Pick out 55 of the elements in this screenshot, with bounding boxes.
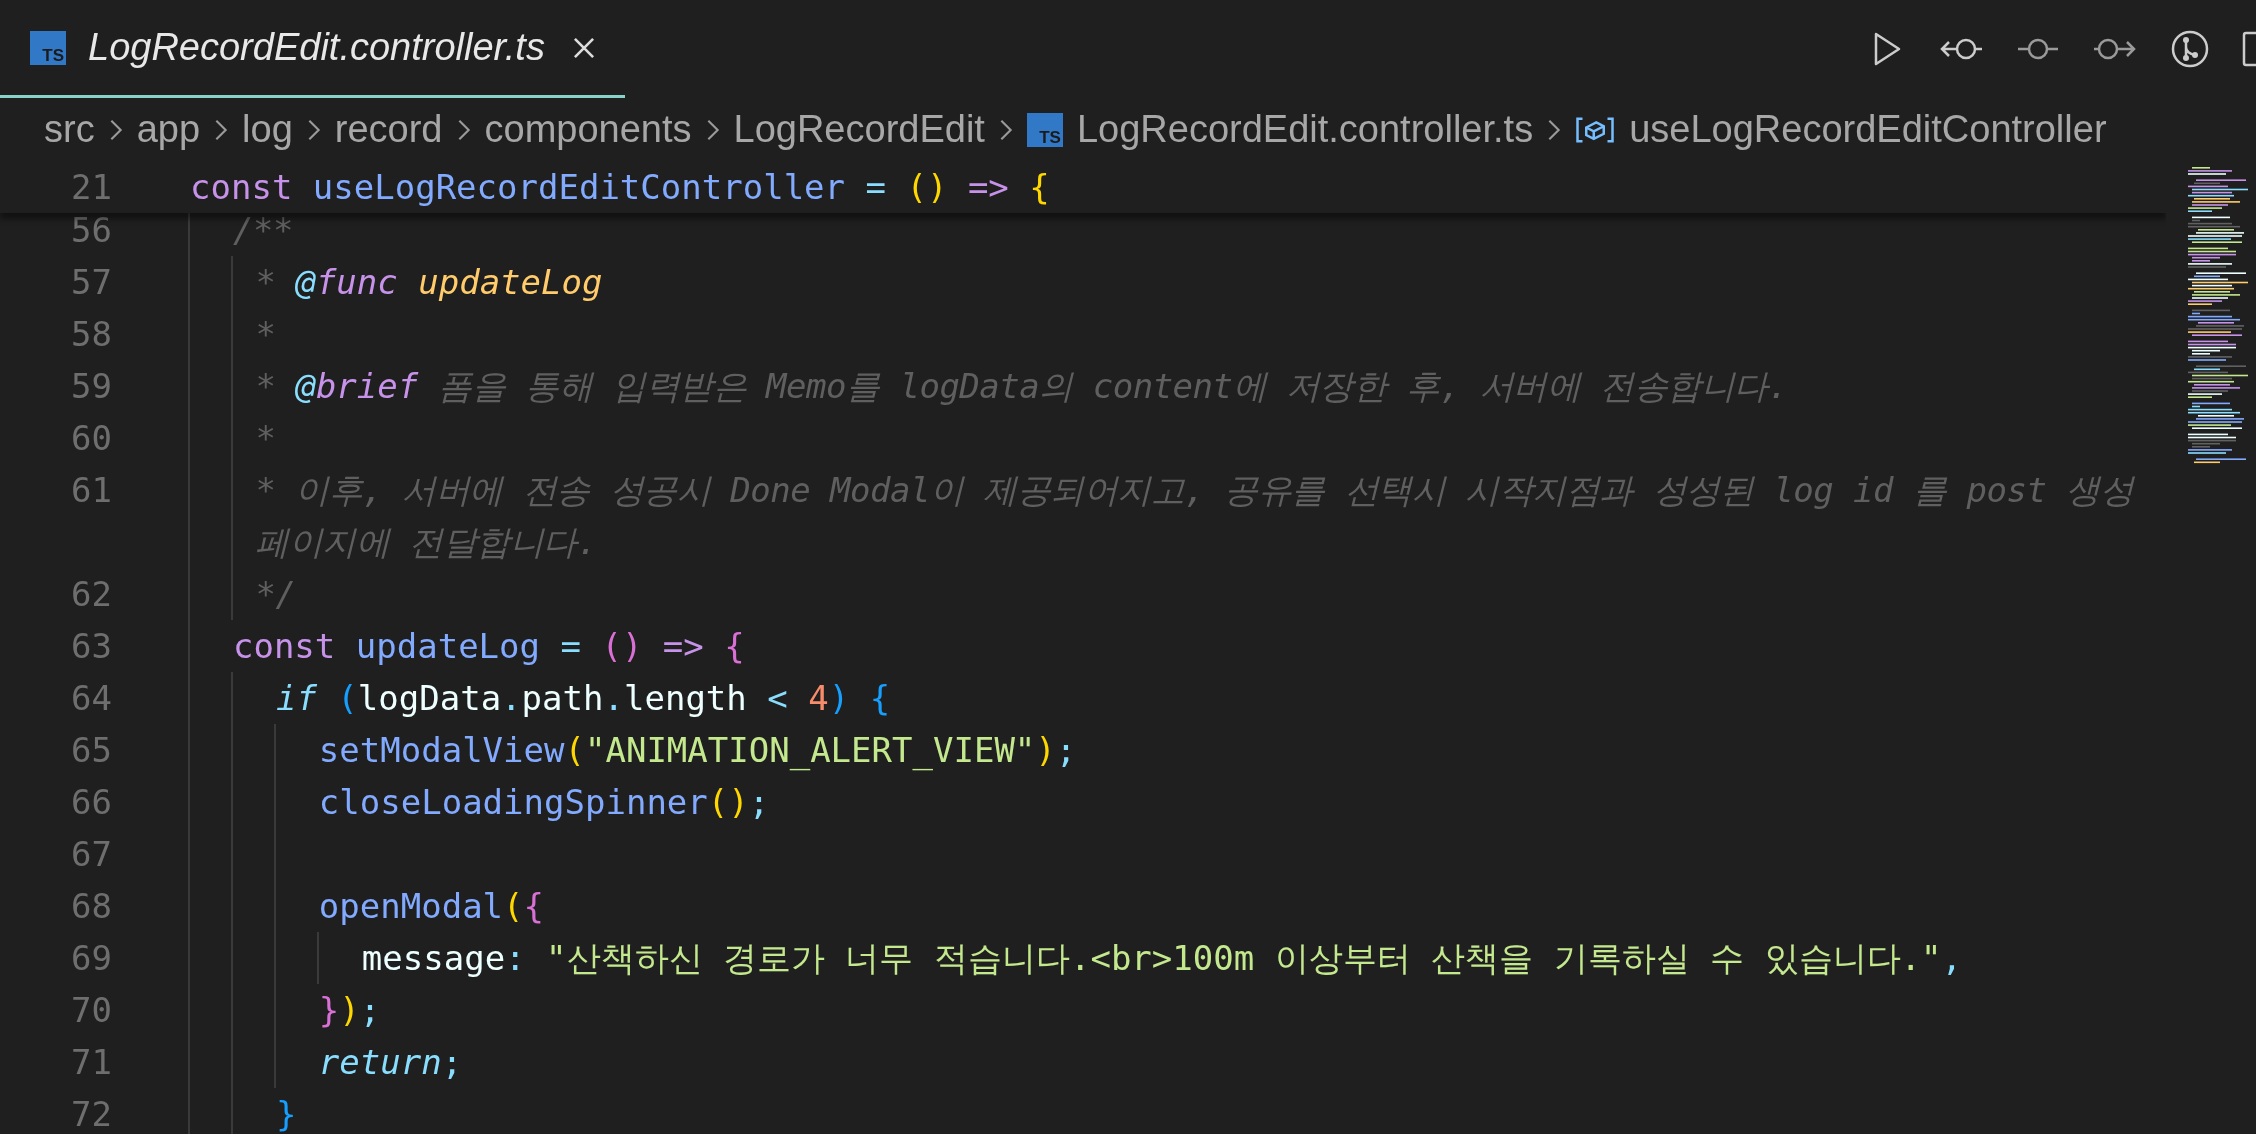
code-line: /** bbox=[232, 209, 293, 252]
line-number: 60 bbox=[70, 417, 113, 460]
line-number: 70 bbox=[70, 989, 113, 1032]
chevron-icon bbox=[214, 117, 229, 142]
breadcrumb-item[interactable]: record bbox=[334, 108, 443, 151]
breadcrumb-item[interactable]: app bbox=[136, 108, 201, 151]
line-number: 68 bbox=[70, 885, 113, 928]
breadcrumb-item[interactable]: src bbox=[44, 108, 95, 151]
line-number: 64 bbox=[70, 677, 113, 720]
breadcrumb-item[interactable]: components bbox=[484, 108, 692, 151]
code-line: const updateLog = () => { bbox=[232, 625, 745, 668]
code-line: */ bbox=[255, 573, 296, 616]
line-number: 56 bbox=[70, 209, 113, 252]
tab-title: LogRecordEdit.controller.ts bbox=[88, 26, 545, 69]
code-line: const useLogRecordEditController = () => { bbox=[190, 166, 1050, 209]
code-line: * @brief 폼을 통해 입력받은 Memo를 logData의 content에 저장한 후, 서버에 전송합니다. bbox=[255, 365, 1788, 408]
chevron-icon bbox=[108, 117, 123, 142]
line-number: 69 bbox=[70, 937, 113, 980]
breadcrumb-item[interactable]: useLogRecordEditController bbox=[1629, 108, 2107, 151]
code-line: * @func updateLog bbox=[255, 261, 603, 304]
line-number: 72 bbox=[70, 1093, 113, 1134]
line-number: 65 bbox=[70, 729, 113, 772]
typescript-file-icon: TS bbox=[30, 30, 66, 65]
line-number: 62 bbox=[70, 573, 113, 616]
code-line: * bbox=[255, 417, 276, 460]
chevron-icon bbox=[456, 117, 471, 142]
line-number: 58 bbox=[70, 313, 113, 356]
code-line: setModalView("ANIMATION_ALERT_VIEW"); bbox=[318, 729, 1077, 773]
code-line: * bbox=[255, 313, 276, 356]
chevron-icon bbox=[705, 117, 720, 142]
chevron-icon bbox=[306, 117, 321, 142]
line-number: 59 bbox=[70, 365, 113, 408]
code-line: }); bbox=[318, 989, 381, 1032]
chevron-icon bbox=[1547, 117, 1562, 142]
line-number: 71 bbox=[70, 1041, 113, 1084]
code-line: return; bbox=[318, 1041, 463, 1084]
code-line: closeLoadingSpinner(); bbox=[318, 781, 770, 824]
line-number: 57 bbox=[70, 261, 113, 304]
breadcrumb-item[interactable]: LogRecordEdit bbox=[733, 108, 985, 151]
code-line: if (logData.path.length < 4) { bbox=[275, 677, 891, 720]
split-editor-icon[interactable] bbox=[2242, 29, 2256, 69]
line-number: 61 bbox=[70, 469, 113, 512]
typescript-file-icon: TS bbox=[1026, 112, 1063, 147]
line-number: 63 bbox=[70, 625, 113, 668]
line-number: 67 bbox=[70, 833, 113, 876]
line-number: 21 bbox=[70, 166, 113, 209]
breadcrumb-item[interactable]: LogRecordEdit.controller.ts bbox=[1076, 108, 1534, 151]
code-line: } bbox=[275, 1093, 297, 1134]
line-number: 66 bbox=[70, 781, 113, 824]
code-line: openModal({ bbox=[318, 885, 545, 928]
chevron-icon bbox=[998, 117, 1013, 142]
breadcrumb-item[interactable]: log bbox=[242, 108, 293, 151]
code-line: message: "산책하신 경로가 너무 적습니다.<br>100m 이상부터 산책을 기록하실 수 있습니다.", bbox=[361, 937, 1962, 980]
code-line: * 이후, 서버에 전송 성공시 Done Modal이 제공되어지고, 공유를 선택시 시작지점과 성성된 log id 를 post 생성 페이지에 전달합니다. bbox=[255, 469, 2136, 564]
editor-tab[interactable]: TS LogRecordEdit.controller.ts bbox=[0, 0, 625, 98]
